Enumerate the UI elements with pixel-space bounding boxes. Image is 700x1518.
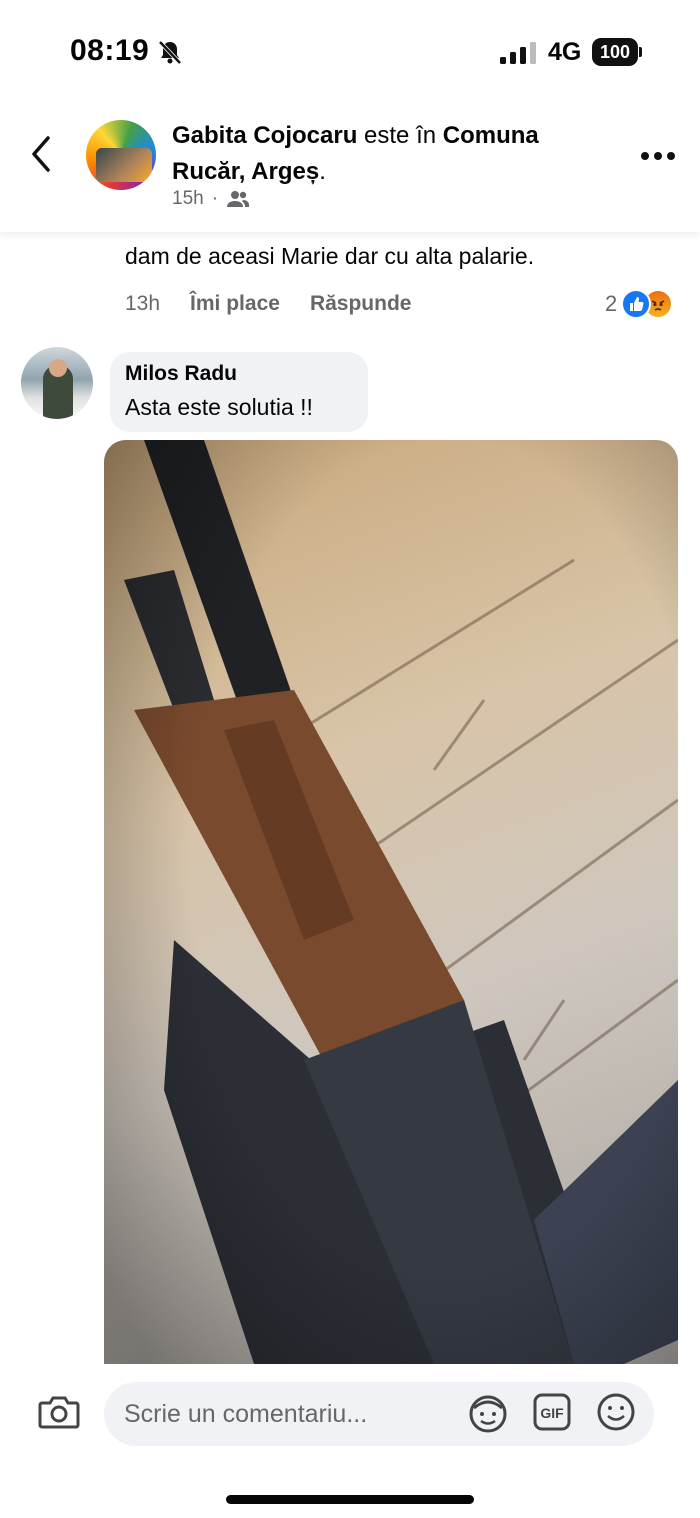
comment-text: dam de aceasi Marie dar cu alta palarie.: [125, 243, 535, 269]
comment-actions: 13h Îmi place Răspunde: [125, 292, 411, 316]
comment-time: 13h: [125, 292, 161, 315]
battery-icon: 100: [592, 38, 642, 66]
comment-text: Asta este solutia !!: [125, 394, 313, 420]
back-chevron-icon[interactable]: [26, 132, 56, 176]
comment-composer: Scrie un comentariu... GIF: [0, 1364, 700, 1518]
emoji-icon[interactable]: [596, 1392, 636, 1432]
battery-level: 100: [592, 38, 638, 66]
location-connector: este în: [357, 122, 443, 149]
comment-author[interactable]: Milos Radu: [125, 362, 237, 386]
comment-input-placeholder: Scrie un comentariu...: [124, 1400, 368, 1428]
network-type: 4G: [548, 38, 582, 66]
post-time: 15h: [172, 188, 204, 209]
gif-icon[interactable]: GIF: [532, 1392, 572, 1432]
post-meta: 15h ·: [172, 188, 250, 210]
comment-photo-attachment[interactable]: [104, 440, 678, 1364]
silent-bell-icon: [158, 40, 182, 65]
avatar-sticker-icon[interactable]: [466, 1392, 510, 1436]
like-reaction-icon: [621, 289, 652, 319]
author-avatar[interactable]: [86, 120, 156, 190]
commenter-avatar[interactable]: [21, 347, 93, 419]
meta-separator: ·: [211, 188, 219, 209]
svg-text:GIF: GIF: [540, 1405, 564, 1421]
cellular-signal-icon: [500, 42, 536, 64]
friends-icon: [227, 191, 250, 207]
reaction-count: 2: [605, 291, 618, 316]
reply-button[interactable]: Răspunde: [310, 292, 412, 316]
facebook-comments-screen: 08:19 4G 100 Gabita Cojocaru este în Com…: [0, 0, 700, 1518]
reaction-summary[interactable]: 2: [605, 289, 674, 319]
camera-icon[interactable]: [38, 1394, 80, 1430]
post-header: Gabita Cojocaru este în Comuna Rucăr, Ar…: [0, 108, 700, 232]
post-title[interactable]: Gabita Cojocaru este în Comuna Rucăr, Ar…: [172, 118, 612, 190]
home-indicator[interactable]: [226, 1495, 474, 1504]
more-options-icon[interactable]: [640, 150, 676, 162]
author-name[interactable]: Gabita Cojocaru: [172, 122, 357, 149]
photo-content: [104, 440, 678, 1364]
clock: 08:19: [70, 34, 150, 67]
status-bar: 08:19 4G 100: [0, 0, 700, 100]
like-button[interactable]: Îmi place: [190, 292, 280, 316]
